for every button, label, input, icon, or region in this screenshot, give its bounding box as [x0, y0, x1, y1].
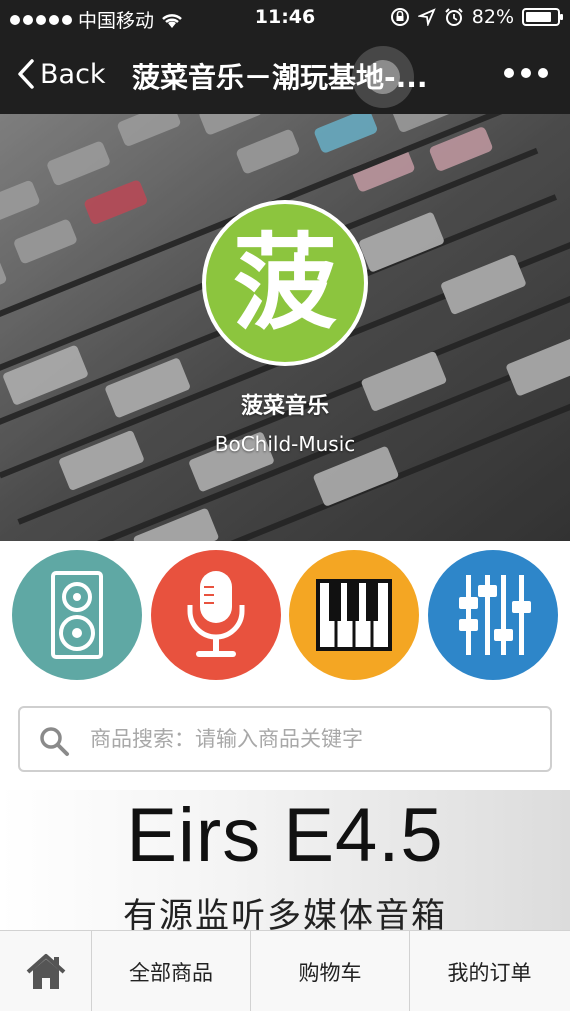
- category-microphone[interactable]: [150, 550, 281, 680]
- microphone-icon: [187, 571, 245, 657]
- category-keyboard[interactable]: [289, 550, 420, 680]
- tab-cart[interactable]: 购物车: [251, 931, 410, 1011]
- chevron-left-icon: [18, 59, 34, 89]
- banner-subtitle: 有源监听多媒体音箱: [123, 896, 447, 930]
- store-name-english: BoChild-Music: [214, 432, 356, 456]
- battery-icon: [522, 8, 563, 26]
- tab-all-products[interactable]: 全部商品: [92, 931, 251, 1011]
- product-search-box[interactable]: [18, 706, 552, 772]
- back-button[interactable]: Back: [16, 58, 106, 90]
- store-header: 菠 菠菜音乐 BoChild-Music: [0, 114, 570, 541]
- store-logo: 菠: [202, 200, 368, 366]
- search-input[interactable]: [90, 718, 540, 760]
- mixer-sliders-icon: [458, 575, 531, 655]
- battery-percent: 82%: [471, 6, 514, 28]
- home-icon: [26, 953, 65, 989]
- category-speaker[interactable]: [12, 550, 142, 680]
- category-mixer[interactable]: [427, 550, 558, 680]
- tab-home[interactable]: [0, 931, 92, 1011]
- store-name: 菠菜音乐: [240, 394, 329, 419]
- nav-bar: Back 菠菜音乐－潮玩基地-...: [0, 36, 570, 114]
- promo-banner[interactable]: Eirs E4.5 有源监听多媒体音箱: [0, 790, 570, 930]
- location-icon: [417, 8, 436, 26]
- banner-title: Eirs E4.5: [126, 793, 444, 878]
- orientation-lock-icon: [390, 8, 409, 26]
- speaker-icon: [51, 571, 103, 659]
- more-menu-button[interactable]: [504, 68, 548, 78]
- logo-glyph: 菠: [232, 222, 337, 344]
- status-bar: 中国移动 11:46 82%: [0, 0, 570, 36]
- category-row: [12, 550, 558, 682]
- back-label: Back: [40, 58, 106, 90]
- bottom-tab-bar: 全部商品 购物车 我的订单: [0, 930, 570, 1011]
- piano-icon: [316, 579, 393, 651]
- status-icons: 82%: [390, 6, 563, 28]
- tab-my-orders[interactable]: 我的订单: [410, 931, 569, 1011]
- page-title: 菠菜音乐－潮玩基地-...: [132, 61, 428, 94]
- alarm-icon: [445, 8, 463, 26]
- search-icon: [40, 727, 69, 756]
